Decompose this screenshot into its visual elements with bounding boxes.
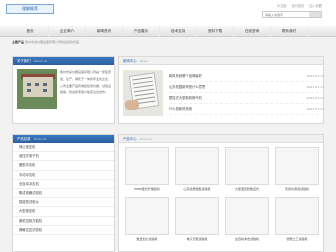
nav-item-about[interactable]: 企业简介 [49,26,86,37]
news-item[interactable]: 壁挂式大型新风换气机 2021-03-11 [169,93,324,104]
news-item[interactable]: 新风系统哪个品牌最好 2021-03-11 [169,71,324,82]
category-panel: 产品目录 Products 静止液压机 液压式电子机 微型冲击机 手动冲击机 全自… [12,134,115,252]
product-image[interactable] [125,197,169,235]
top-link-fav[interactable]: 加入收藏 [309,4,322,8]
product-caption[interactable]: HMW型光纤熔接机 [125,187,169,191]
nav-item-products[interactable]: 产品展示 [123,26,160,37]
about-panel: 关于我们 About Us 扬州市某仪器设备有限公司是一家集研发、生产、销售于一体… [12,56,115,124]
nav-item-news[interactable]: 新闻资讯 [86,26,123,37]
product-caption[interactable]: 智能土工试验机 [275,237,319,241]
category-title-en: Products [33,137,47,141]
product-caption[interactable]: 电子万能试验机 [175,237,219,241]
category-title[interactable]: 产品目录 [17,137,31,141]
news-item-date: 2021-03-11 [306,85,324,89]
category-header: 产品目录 Products [13,135,114,143]
product-image[interactable] [225,147,269,185]
product-card[interactable]: 山东优质微型试验机 [175,147,219,191]
about-title[interactable]: 关于我们 [17,59,31,63]
nav-item-home[interactable]: 首页 [12,26,49,37]
product-caption[interactable]: 全自动冲击试验机 [225,237,269,241]
news-item-date: 2021-03-11 [306,74,324,78]
news-item-date: 2021-03-11 [306,107,324,111]
product-caption[interactable]: 大型液压机数显式 [225,187,269,191]
product-image[interactable] [275,197,319,235]
category-item[interactable]: 弹簧拉压试验机 [13,226,114,235]
product-card[interactable]: HMW型光纤熔接机 [125,147,169,191]
category-item[interactable]: 微机控制万能机 [13,217,114,226]
site-logo[interactable]: 理解推荐 [6,4,54,14]
product-card[interactable]: 智能土工试验机 [275,197,319,241]
news-list: 新风系统哪个品牌最好 2021-03-11 山东校园新风是什么意思 2021-03-… [169,71,324,115]
products-panel: 产品中心 Products HMW型光纤熔接机 山东优质微型试验机 大型液压机数显… [118,134,324,252]
product-card[interactable]: 数显加力试验机 [125,197,169,241]
product-image[interactable] [275,147,319,185]
about-text: 扬州市某仪器设备有限公司是一家集研发、生产、销售于一体的专业化企业，公司主要产品… [60,70,112,95]
product-card[interactable]: 电子万能试验机 [175,197,219,241]
products-header: 产品中心 Products [119,135,323,143]
nav-item-contact[interactable]: 联系我们 [271,26,308,37]
news-item[interactable]: 什么是新风系统 2021-03-11 [169,104,324,115]
category-item[interactable]: 手动冲击机 [13,171,114,180]
product-image[interactable] [225,197,269,235]
news-item-title[interactable]: 新风系统哪个品牌最好 [169,71,202,81]
news-item-date: 2021-03-11 [306,96,324,100]
news-title[interactable]: 新闻中心 [123,59,137,63]
news-item-title[interactable]: 什么是新风系统 [169,104,192,114]
news-item-title[interactable]: 山东校园新风是什么意思 [169,82,205,92]
news-header: 新闻中心 News [119,57,323,65]
search-button[interactable] [309,12,321,17]
company-building-image [17,69,57,109]
breadcrumb-label: 主题产品 [12,40,25,44]
top-link-lang[interactable]: 中文版 [277,4,287,8]
product-image[interactable] [175,147,219,185]
nav-item-support[interactable]: 技术支持 [160,26,197,37]
newspaper-image [123,70,163,116]
product-image[interactable] [175,197,219,235]
news-item-title[interactable]: 壁挂式大型新风换气机 [169,93,202,103]
news-title-en: News [139,59,148,63]
search-box [262,11,322,18]
category-item[interactable]: 大型液压机 [13,207,114,217]
products-title[interactable]: 产品中心 [123,137,137,141]
product-caption[interactable]: 天然水源滤试验机 [275,187,319,191]
news-panel: 新闻中心 News 新风系统哪个品牌最好 2021-03-11 山东校园新风是什么意… [118,56,324,124]
products-title-en: Products [139,137,153,141]
product-card[interactable]: 全自动冲击试验机 [225,197,269,241]
category-list: 静止液压机 液压式电子机 微型冲击机 手动冲击机 全自动冲击机 集成电器试验机 … [13,143,114,235]
main-nav: 首页 企业简介 新闻资讯 产品展示 技术支持 资料下载 在线咨询 联系我们 [0,26,336,37]
product-image[interactable] [125,147,169,185]
product-caption[interactable]: 山东优质微型试验机 [175,187,219,191]
product-caption[interactable]: 数显加力试验机 [125,237,169,241]
about-header: 关于我们 About Us [13,57,114,65]
category-item[interactable]: 微型冲击机 [13,161,114,171]
category-item[interactable]: 智能型试验仪 [13,198,114,208]
search-input[interactable] [263,12,307,17]
product-card[interactable]: 大型液压机数显式 [225,147,269,191]
product-card[interactable]: 天然水源滤试验机 [275,147,319,191]
category-item[interactable]: 全自动冲击机 [13,180,114,189]
category-item[interactable]: 集成电器试验机 [13,189,114,199]
category-item[interactable]: 液压式电子机 [13,152,114,162]
category-item[interactable]: 静止液压机 [13,143,114,153]
top-links: 中文版 设为首页 加入收藏 [273,3,322,8]
about-title-en: About Us [33,59,48,63]
nav-item-consult[interactable]: 在线咨询 [234,26,271,37]
breadcrumb-text: 扬州市某仪器设备有限公司欢迎您的光临 [24,40,79,44]
nav-item-download[interactable]: 资料下载 [197,26,234,37]
news-item[interactable]: 山东校园新风是什么意思 2021-03-11 [169,82,324,93]
header: 理解推荐 中文版 设为首页 加入收藏 [0,0,336,26]
breadcrumb: 主题产品 扬州市某仪器设备有限公司欢迎您的光临 [12,40,79,44]
top-link-home[interactable]: 设为首页 [291,4,304,8]
